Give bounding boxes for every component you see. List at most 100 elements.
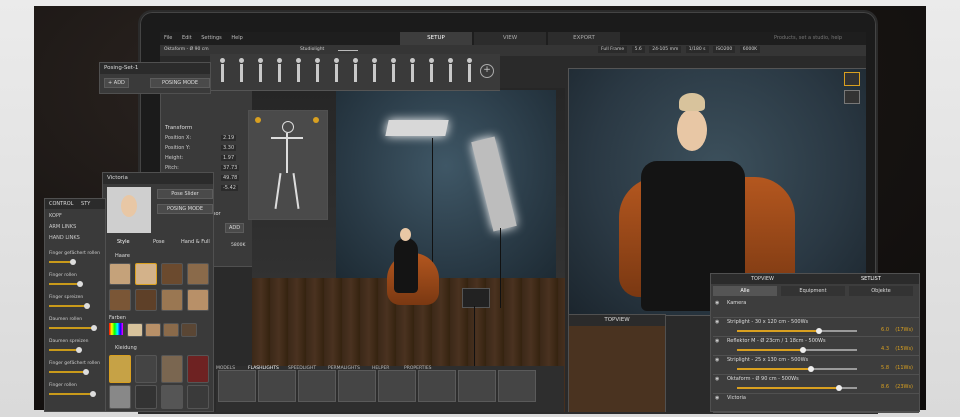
outfit-option[interactable] — [187, 355, 209, 383]
finger-slider[interactable] — [49, 259, 76, 265]
power-slider-knob[interactable] — [836, 385, 842, 391]
light-type-thumb[interactable] — [498, 370, 536, 402]
hair-option[interactable] — [187, 289, 209, 311]
setlist-row[interactable]: ◉ Striplight - 30 x 120 cm - 500Ws 6.0 (17W… — [713, 317, 919, 337]
slider-knob[interactable] — [90, 391, 96, 397]
slider-knob[interactable] — [91, 325, 97, 331]
joint-marker[interactable] — [255, 117, 261, 123]
add-pose-icon[interactable]: + — [480, 64, 494, 78]
tab-setlist[interactable]: SETLIST — [861, 274, 881, 284]
power-slider[interactable] — [737, 366, 857, 372]
tab-topview[interactable]: TOPVIEW — [751, 274, 774, 284]
visibility-eye-icon[interactable]: ◉ — [715, 338, 719, 344]
studio-light-slider[interactable] — [338, 50, 358, 51]
pose-preset-thumb[interactable] — [311, 58, 323, 84]
visibility-eye-icon[interactable]: ◉ — [715, 395, 719, 401]
model-posing-mode-button[interactable]: POSING MODE — [157, 204, 213, 214]
hair-option[interactable] — [109, 289, 131, 311]
pose-preset-thumb[interactable] — [368, 58, 380, 84]
topview-panel[interactable]: TOPVIEW — [568, 314, 666, 412]
pose-preset-thumb[interactable] — [292, 58, 304, 84]
setlist-row[interactable]: ◉ Kamera — [713, 298, 919, 318]
pose-preset-thumb[interactable] — [216, 58, 228, 84]
hair-option-selected[interactable] — [135, 263, 157, 285]
filter-all[interactable]: Alle — [713, 286, 777, 296]
outfit-option-selected[interactable] — [109, 355, 131, 383]
hair-color-swatch[interactable] — [145, 323, 161, 337]
color-picker-icon[interactable] — [109, 323, 123, 335]
visibility-eye-icon[interactable]: ◉ — [715, 319, 719, 325]
menu-settings[interactable]: Settings — [201, 35, 222, 41]
pose-preset-thumb[interactable] — [387, 58, 399, 84]
joint-marker[interactable] — [313, 117, 319, 123]
pose-preset-thumb[interactable] — [444, 58, 456, 84]
sensor-select[interactable]: Full Frame — [598, 46, 628, 53]
shutter-select[interactable]: 1/180 s — [685, 46, 709, 53]
add-pose-button[interactable]: + ADD — [104, 78, 129, 88]
aperture-select[interactable]: 5.6 — [631, 46, 645, 53]
slider-knob[interactable] — [83, 369, 89, 375]
pose-preset-thumb[interactable] — [425, 58, 437, 84]
slider-knob[interactable] — [76, 347, 82, 353]
setlist-row[interactable]: ◉ Reflektor M - Ø 23cm / 1 18cm - 500Ws 4.… — [713, 336, 919, 356]
pose-preset-thumb[interactable] — [406, 58, 418, 84]
transform-row-value[interactable]: 37.73 — [221, 165, 240, 171]
tab-pose[interactable]: Pose — [153, 239, 165, 245]
transform-row-value[interactable]: 1.97 — [221, 155, 237, 161]
hair-option[interactable] — [161, 263, 183, 285]
power-slider-knob[interactable] — [800, 347, 806, 353]
finger-slider[interactable] — [49, 281, 83, 287]
visibility-eye-icon[interactable]: ◉ — [715, 300, 719, 306]
transform-row-value[interactable]: 3.30 — [221, 145, 237, 151]
visibility-eye-icon[interactable]: ◉ — [715, 376, 719, 382]
hair-color-swatch[interactable] — [127, 323, 143, 337]
lens-select[interactable]: 24-105 mm — [649, 46, 682, 53]
finger-slider[interactable] — [49, 325, 97, 331]
light-type-thumb[interactable] — [378, 370, 416, 402]
pose-preset-thumb[interactable] — [349, 58, 361, 84]
outfit-option[interactable] — [109, 385, 131, 409]
camera-object[interactable] — [462, 288, 490, 308]
pose-preset-thumb[interactable] — [254, 58, 266, 84]
control-section-item[interactable]: HAND LINKS — [49, 235, 80, 241]
transform-row-value[interactable]: -5.42 — [221, 185, 238, 191]
slider-knob[interactable] — [70, 259, 76, 265]
light-type-thumb[interactable] — [218, 370, 256, 402]
tab-view[interactable]: VIEW — [474, 32, 546, 45]
tab-hand-full[interactable]: Hand & Full — [181, 239, 210, 245]
tab-export[interactable]: EXPORT — [548, 32, 620, 45]
pose-preset-thumb[interactable] — [273, 58, 285, 84]
light-type-thumb[interactable] — [338, 370, 376, 402]
filter-equipment[interactable]: Equipment — [781, 286, 845, 296]
oktaform-softbox[interactable] — [385, 120, 449, 136]
outfit-option[interactable] — [161, 385, 183, 409]
pose-preset-thumb[interactable] — [463, 58, 475, 84]
pose-preset-thumb[interactable] — [330, 58, 342, 84]
power-slider-knob[interactable] — [808, 366, 815, 372]
menu-file[interactable]: File — [164, 35, 172, 41]
light-type-thumb[interactable] — [298, 370, 336, 402]
hair-option[interactable] — [109, 263, 131, 285]
transform-row-value[interactable]: 2.19 — [221, 135, 237, 141]
power-slider[interactable] — [737, 328, 857, 334]
transform-row-value[interactable]: 49.78 — [221, 175, 240, 181]
finger-slider[interactable] — [49, 347, 82, 353]
finger-slider[interactable] — [49, 303, 90, 309]
tab-control[interactable]: CONTROL — [49, 201, 73, 207]
light-type-thumb[interactable] — [258, 370, 296, 402]
outfit-option[interactable] — [187, 385, 209, 409]
filter-objects[interactable]: Objekte — [849, 286, 913, 296]
light-type-thumb[interactable] — [458, 370, 496, 402]
finger-slider[interactable] — [49, 391, 96, 397]
tab-style-short[interactable]: STY — [81, 201, 90, 207]
slider-knob[interactable] — [77, 281, 83, 287]
setlist-row[interactable]: ◉ Victoria — [713, 393, 919, 413]
hair-color-swatch[interactable] — [163, 323, 179, 337]
setlist-row[interactable]: ◉ Oktaform - Ø 90 cm - 500Ws 8.6 (23Ws) — [713, 374, 919, 394]
pose-preset-thumb[interactable] — [235, 58, 247, 84]
light-type-thumb[interactable] — [418, 370, 456, 402]
hair-color-swatch[interactable] — [181, 323, 197, 337]
menu-help[interactable]: Help — [231, 35, 242, 41]
whitebalance-select[interactable]: 6000K — [739, 46, 761, 53]
control-section-item[interactable]: ARM LINKS — [49, 224, 76, 230]
